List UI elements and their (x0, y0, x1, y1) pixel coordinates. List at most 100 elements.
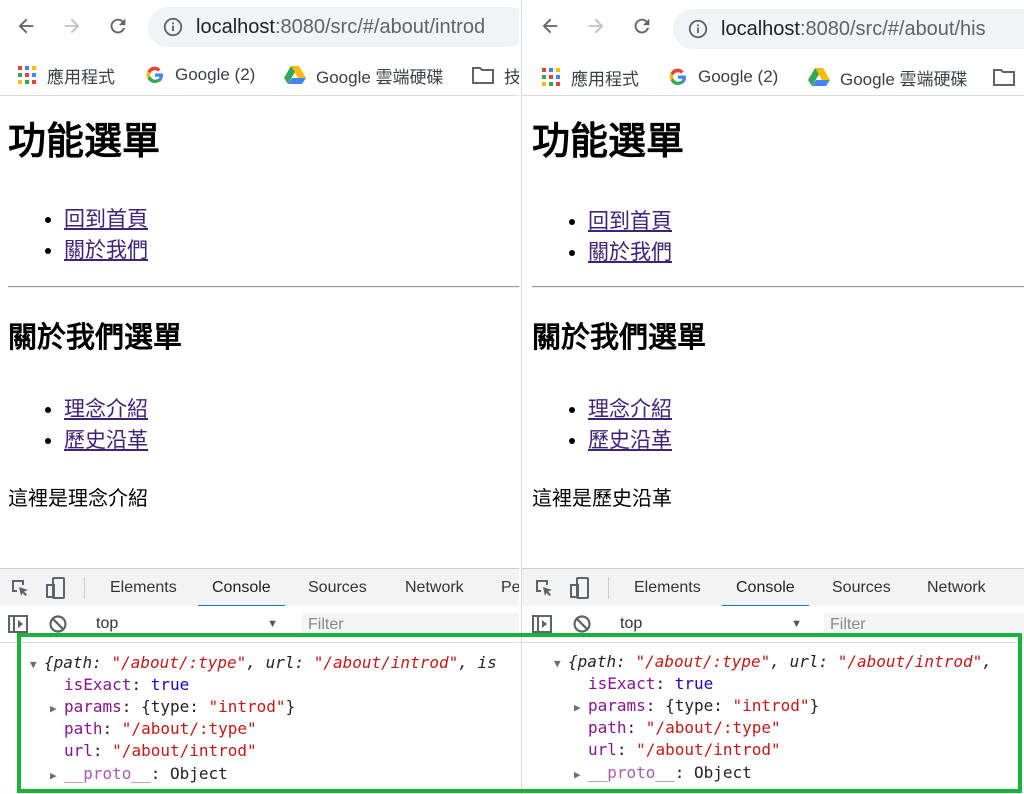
execution-context-select[interactable]: top ▼ (610, 612, 810, 636)
context-label: top (620, 615, 643, 632)
tab-elements[interactable]: Elements (110, 569, 177, 606)
link-about[interactable]: 關於我們 (588, 241, 672, 264)
link-home[interactable]: 回到首頁 (588, 210, 672, 233)
link-about[interactable]: 關於我們 (64, 239, 148, 262)
address-bar[interactable]: localhost:8080/src/#/about/introd (148, 7, 519, 47)
page-content: 功能選單 回到首頁 關於我們 關於我們選單 理念介紹 歷史沿革 這裡是歷史沿革 (522, 96, 1024, 568)
link-home[interactable]: 回到首頁 (64, 208, 148, 231)
about-menu: 理念介紹 歷史沿革 (0, 394, 148, 456)
url-host: localhost (721, 18, 800, 40)
page-title: 功能選單 (8, 121, 161, 163)
console-prop-isexact: isExact: true (588, 674, 714, 693)
google-g-icon (145, 65, 165, 85)
inspect-element-icon[interactable] (532, 576, 556, 600)
bookmark-apps[interactable]: 應用程式 (17, 61, 115, 89)
devtools-tabbar: Elements Console Sources Network (522, 568, 1024, 607)
bookmark-label: 應用程式 (571, 69, 639, 89)
browser-window-right: localhost:8080/src/#/about/his 應用程式 Goog… (521, 0, 1024, 794)
console-prop-url: url: "/about/introd" (64, 741, 257, 760)
info-icon[interactable] (687, 18, 709, 45)
divider (608, 577, 609, 599)
bookmark-label: Google (2) (698, 67, 779, 86)
forward-arrow-icon[interactable] (582, 12, 610, 40)
bookmark-apps[interactable]: 應用程式 (541, 63, 639, 91)
console-prop-isexact: isExact: true (64, 675, 190, 694)
bookmark-google[interactable]: Google (2) (668, 63, 778, 91)
google-drive-icon (284, 65, 306, 85)
section-title: 關於我們選單 (532, 322, 707, 354)
expand-triangle-icon[interactable]: ▼ (30, 654, 44, 676)
execution-context-select[interactable]: top ▼ (86, 612, 286, 636)
expand-triangle-icon[interactable]: ▶ (574, 764, 588, 786)
console-object-summary[interactable]: ▼ {path: "/about/:type", url: "/about/int… (554, 651, 992, 675)
clear-console-icon[interactable] (570, 612, 594, 636)
bookmarks-bar: 應用程式 Google (2) Google 雲端硬碟 技 (0, 57, 519, 96)
tab-sources[interactable]: Sources (832, 569, 891, 606)
tab-network[interactable]: Network (927, 569, 986, 606)
bookmark-folder[interactable] (993, 63, 1024, 91)
devtools-tabbar: Elements Console Sources Network Pe (0, 568, 519, 607)
reload-icon[interactable] (104, 12, 132, 40)
console-toolbar: top ▼ Filter (0, 606, 519, 643)
list-item: 回到首頁 (588, 206, 672, 237)
tab-elements[interactable]: Elements (634, 569, 701, 606)
expand-triangle-icon[interactable]: ▶ (50, 765, 64, 787)
expand-triangle-icon[interactable]: ▶ (50, 698, 64, 720)
console-prop-params[interactable]: ▶ params: {type: "introd"} (50, 696, 295, 720)
console-object-summary[interactable]: ▼ {path: "/about/:type", url: "/about/int… (30, 652, 497, 676)
back-arrow-icon[interactable] (12, 12, 40, 40)
info-icon[interactable] (162, 16, 184, 43)
bookmark-google-drive[interactable]: Google 雲端硬碟 (284, 61, 444, 89)
tab-performance[interactable]: Pe (501, 569, 519, 606)
about-menu: 理念介紹 歷史沿革 (522, 394, 672, 456)
reload-icon[interactable] (628, 12, 656, 40)
route-content-text: 這裡是歷史沿革 (532, 488, 672, 510)
bookmark-folder[interactable]: 技 (472, 61, 519, 89)
tab-console[interactable]: Console (198, 569, 285, 607)
bookmark-google[interactable]: Google (2) (145, 61, 255, 89)
console-filter-input[interactable]: Filter (824, 613, 1024, 637)
bookmark-label: 技 (504, 67, 519, 87)
divider (84, 577, 85, 599)
bookmark-label: Google (2) (175, 65, 256, 84)
expand-triangle-icon[interactable]: ▶ (574, 697, 588, 719)
console-prop-proto[interactable]: ▶ __proto__: Object (574, 762, 752, 786)
device-toolbar-icon[interactable] (568, 576, 592, 600)
bookmark-google-drive[interactable]: Google 雲端硬碟 (808, 63, 968, 91)
clear-console-icon[interactable] (46, 612, 70, 636)
link-history[interactable]: 歷史沿革 (588, 429, 672, 452)
dropdown-arrow-icon: ▼ (267, 618, 278, 630)
back-arrow-icon[interactable] (536, 12, 564, 40)
console-output: ▼ {path: "/about/:type", url: "/about/int… (0, 643, 519, 794)
url-path: :8080/src/#/about/his (799, 18, 986, 40)
url-path: :8080/src/#/about/introd (274, 16, 486, 38)
device-toolbar-icon[interactable] (44, 576, 68, 600)
console-toolbar: top ▼ Filter (522, 606, 1024, 643)
address-bar[interactable]: localhost:8080/src/#/about/his (673, 9, 1024, 49)
sidebar-toggle-icon[interactable] (6, 612, 30, 636)
browser-toolbar: localhost:8080/src/#/about/his (522, 0, 1024, 57)
list-item: 理念介紹 (64, 394, 148, 425)
console-filter-input[interactable]: Filter (302, 613, 519, 637)
link-philosophy[interactable]: 理念介紹 (64, 398, 148, 421)
console-prop-proto[interactable]: ▶ __proto__: Object (50, 763, 228, 787)
expand-triangle-icon[interactable]: ▼ (554, 653, 568, 675)
bookmark-label: 應用程式 (47, 67, 115, 87)
console-prop-url: url: "/about/introd" (588, 740, 781, 759)
console-prop-params[interactable]: ▶ params: {type: "introd"} (574, 695, 819, 719)
link-history[interactable]: 歷史沿革 (64, 429, 148, 452)
tab-console[interactable]: Console (722, 569, 809, 607)
forward-arrow-icon[interactable] (58, 12, 86, 40)
tab-network[interactable]: Network (405, 569, 464, 606)
list-item: 歷史沿革 (64, 425, 148, 456)
list-item: 關於我們 (588, 237, 672, 268)
console-prop-path: path: "/about/:type" (588, 718, 781, 737)
link-philosophy[interactable]: 理念介紹 (588, 398, 672, 421)
list-item: 理念介紹 (588, 394, 672, 425)
apps-grid-icon (17, 65, 37, 85)
inspect-element-icon[interactable] (8, 576, 32, 600)
browser-toolbar: localhost:8080/src/#/about/introd (0, 0, 519, 57)
tab-sources[interactable]: Sources (308, 569, 367, 606)
sidebar-toggle-icon[interactable] (530, 612, 554, 636)
url-text: localhost:8080/src/#/about/his (721, 18, 986, 40)
